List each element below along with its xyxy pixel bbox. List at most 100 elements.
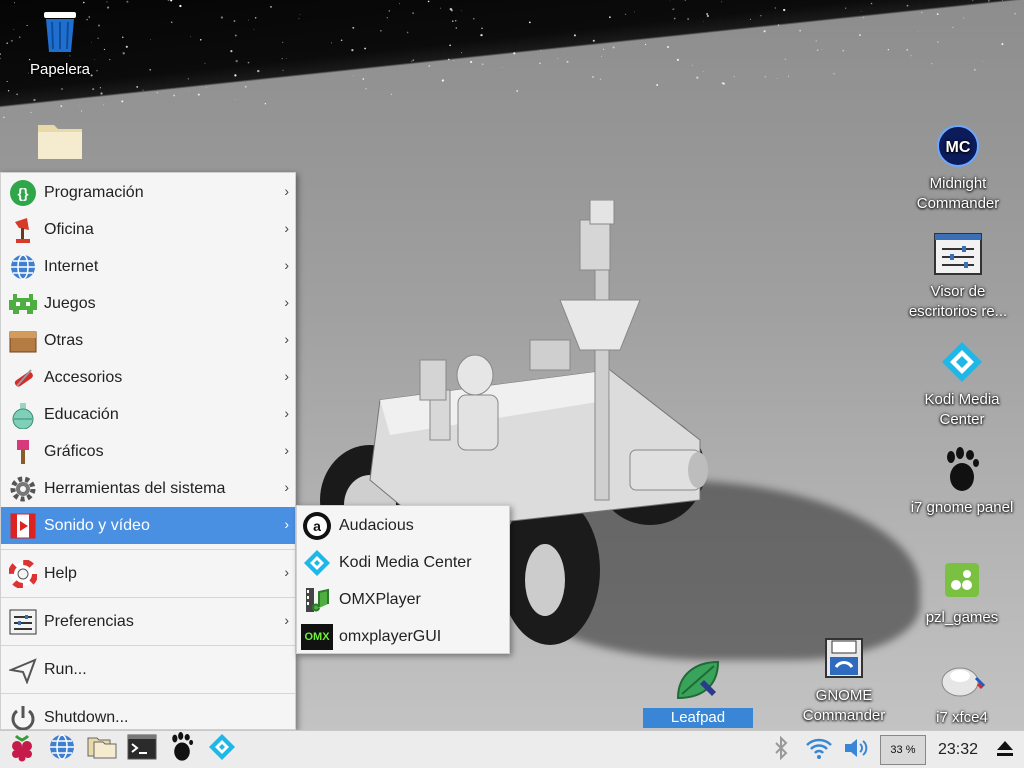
office-icon: [7, 214, 39, 246]
bluetooth-icon: [773, 735, 789, 765]
chevron-right-icon: ›: [284, 183, 289, 199]
xfce-mouse-icon: [938, 656, 986, 704]
desktop-icon-midnight-commander[interactable]: MC Midnight Commander: [903, 122, 1013, 214]
submenu-item-kodi-media-center[interactable]: Kodi Media Center: [297, 544, 509, 581]
globe-icon: [7, 251, 39, 283]
chevron-right-icon: ›: [284, 612, 289, 628]
kodi-icon: [301, 547, 333, 579]
power-icon: [7, 702, 39, 734]
desktop-icon-leafpad[interactable]: Leafpad: [643, 656, 753, 728]
menu-item-herramientas-del-sistema[interactable]: Herramientas del sistema ›: [1, 470, 295, 507]
application-menu: {} Programación › Oficina › Internet › Jueg…: [0, 172, 296, 730]
system-tray: 33 % 23:32: [762, 731, 1024, 768]
film-icon: [7, 510, 39, 542]
terminal-icon: [127, 734, 157, 765]
floppy-icon: [820, 634, 868, 682]
menu-item-preferencias[interactable]: Preferencias ›: [1, 603, 295, 640]
menu-item-sonido-y-video[interactable]: Sonido y vídeo ›: [1, 507, 295, 544]
omx-icon: OMX: [301, 623, 333, 650]
taskbar-browser-button[interactable]: [44, 733, 80, 767]
menu-item-run[interactable]: Run...: [1, 651, 295, 688]
menu-item-help[interactable]: Help ›: [1, 555, 295, 592]
gear-icon: [7, 473, 39, 505]
menu-separator: [1, 693, 295, 694]
gnome-foot-icon: [938, 446, 986, 494]
menu-item-oficina[interactable]: Oficina ›: [1, 211, 295, 248]
kodi-icon: [208, 733, 236, 766]
menu-item-accesorios[interactable]: Accesorios ›: [1, 359, 295, 396]
eject-icon: [995, 738, 1015, 763]
menu-separator: [1, 597, 295, 598]
bluetooth-button[interactable]: [762, 732, 800, 768]
wifi-icon: [805, 736, 833, 765]
taskbar-gnome-button[interactable]: [164, 732, 200, 767]
menu-item-otras[interactable]: Otras ›: [1, 322, 295, 359]
accessories-icon: [7, 362, 39, 394]
desktop-icon-kodi[interactable]: Kodi Media Center: [907, 338, 1017, 430]
audacious-icon: a: [301, 510, 333, 542]
menu-item-educacion[interactable]: Educación ›: [1, 396, 295, 433]
box-icon: [7, 325, 39, 357]
chevron-right-icon: ›: [284, 368, 289, 384]
svg-text:MC: MC: [946, 139, 971, 156]
submenu-item-omxplayergui[interactable]: OMX omxplayerGUI: [297, 618, 509, 655]
menu-item-programacion[interactable]: {} Programación ›: [1, 174, 295, 211]
submenu-item-audacious[interactable]: a Audacious: [297, 507, 509, 544]
chevron-right-icon: ›: [284, 257, 289, 273]
gnome-foot-icon: [169, 732, 195, 767]
desktop-viewer-icon: [934, 230, 982, 278]
starry-sky: [0, 0, 1016, 119]
menu-item-internet[interactable]: Internet ›: [1, 248, 295, 285]
wifi-button[interactable]: [800, 732, 838, 768]
desktop-icon-visor-escritorios[interactable]: Visor de escritorios re...: [903, 230, 1013, 322]
midnight-commander-icon: MC: [934, 122, 982, 170]
raspberry-pi-icon: [8, 732, 36, 767]
chevron-right-icon: ›: [284, 220, 289, 236]
submenu-sonido-y-video: a Audacious Kodi Media Center OMXPlayer …: [296, 505, 510, 654]
globe-icon: [48, 733, 76, 766]
run-icon: [7, 654, 39, 686]
chevron-right-icon: ›: [284, 294, 289, 310]
menu-separator: [1, 549, 295, 550]
svg-text:a: a: [313, 518, 321, 534]
menu-item-graficos[interactable]: Gráficos ›: [1, 433, 295, 470]
flask-icon: [7, 399, 39, 431]
eject-button[interactable]: [986, 732, 1024, 768]
lifebuoy-icon: [7, 558, 39, 590]
cpu-usage-monitor[interactable]: 33 %: [879, 735, 926, 765]
chevron-right-icon: ›: [284, 442, 289, 458]
chevron-right-icon: ›: [284, 516, 289, 532]
paintbrush-icon: [7, 436, 39, 468]
omxplayer-icon: [301, 584, 333, 616]
volume-icon: [843, 736, 871, 765]
taskbar-kodi-button[interactable]: [204, 733, 240, 767]
taskbar-file-manager-button[interactable]: [84, 733, 120, 767]
programming-icon: {}: [7, 177, 39, 209]
svg-text:{}: {}: [18, 185, 29, 201]
volume-button[interactable]: [838, 732, 876, 768]
clock[interactable]: 23:32: [930, 741, 986, 759]
leafpad-icon: [674, 656, 722, 704]
desktop-icon-i7-gnome-panel[interactable]: i7 gnome panel: [907, 446, 1017, 518]
games-icon: [7, 288, 39, 320]
taskbar-terminal-button[interactable]: [124, 733, 160, 767]
raspberry-menu-button[interactable]: [4, 733, 40, 767]
menu-separator: [1, 645, 295, 646]
desktop-icon-folder[interactable]: [5, 116, 115, 168]
folders-icon: [86, 734, 118, 765]
chevron-right-icon: ›: [284, 331, 289, 347]
preferences-icon: [7, 606, 39, 638]
taskbar: 33 % 23:32: [0, 730, 1024, 768]
puzzle-icon: [938, 556, 986, 604]
desktop-icon-i7-xfce4[interactable]: i7 xfce4: [907, 656, 1017, 728]
chevron-right-icon: ›: [284, 479, 289, 495]
desktop-icon-pzl-games[interactable]: pzl_games: [907, 556, 1017, 628]
folder-icon: [36, 116, 84, 164]
chevron-right-icon: ›: [284, 564, 289, 580]
kodi-icon: [938, 338, 986, 386]
submenu-item-omxplayer[interactable]: OMXPlayer: [297, 581, 509, 618]
menu-item-juegos[interactable]: Juegos ›: [1, 285, 295, 322]
desktop-icon-gnome-commander[interactable]: GNOME Commander: [789, 634, 899, 726]
chevron-right-icon: ›: [284, 405, 289, 421]
desktop-icon-trash[interactable]: Papelera: [5, 8, 115, 80]
